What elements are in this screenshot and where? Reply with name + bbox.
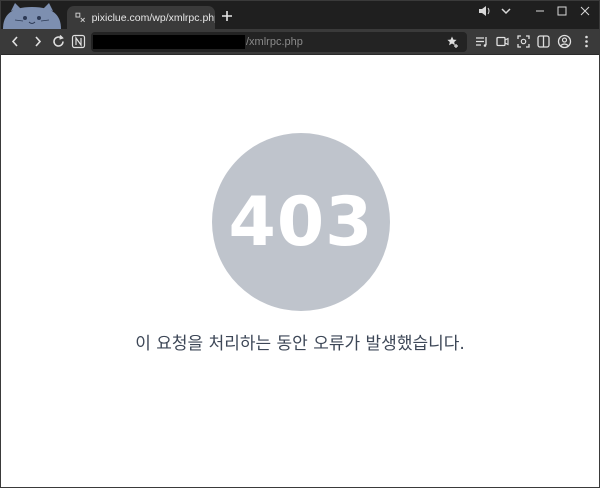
screen-capture-icon[interactable] [516, 34, 531, 49]
toolbar: /xmlrpc.php [1, 29, 599, 55]
reload-icon[interactable] [51, 34, 66, 49]
star-add-icon[interactable] [446, 35, 460, 49]
tab-title: pixiclue.com/wp/xmlrpc.php [91, 11, 215, 24]
page-content: 403 이 요청을 처리하는 동안 오류가 발생했습니다. [1, 55, 599, 487]
tab-active[interactable]: pixiclue.com/wp/xmlrpc.php [67, 6, 215, 29]
error-code: 403 [228, 182, 374, 262]
account-icon[interactable] [557, 34, 572, 49]
reading-list-icon[interactable] [474, 34, 489, 49]
close-icon[interactable] [577, 4, 593, 18]
media-icon[interactable] [495, 34, 510, 49]
speaker-icon[interactable] [477, 4, 493, 18]
cat-avatar-icon[interactable] [1, 1, 63, 29]
plus-icon[interactable] [220, 9, 234, 23]
error-code-circle: 403 [212, 133, 390, 311]
chevron-left-icon[interactable] [8, 34, 23, 49]
minimize-icon[interactable] [532, 4, 548, 18]
chevron-right-icon[interactable] [30, 34, 45, 49]
more-vertical-icon[interactable] [579, 34, 594, 49]
error-message: 이 요청을 처리하는 동안 오류가 발생했습니다. [135, 334, 465, 354]
url-path: /xmlrpc.php [246, 36, 303, 48]
n-extension-icon[interactable] [71, 34, 86, 49]
tab-strip: pixiclue.com/wp/xmlrpc.php [1, 1, 599, 29]
maximize-icon[interactable] [554, 4, 570, 18]
chevron-down-icon[interactable] [498, 4, 514, 18]
address-bar[interactable]: /xmlrpc.php [91, 32, 467, 52]
browser-window: pixiclue.com/wp/xmlrpc.php /xmlrpc.php 4… [0, 0, 600, 488]
redacted-domain [93, 35, 245, 49]
side-panel-icon[interactable] [536, 34, 551, 49]
page-favicon-icon [75, 12, 85, 23]
